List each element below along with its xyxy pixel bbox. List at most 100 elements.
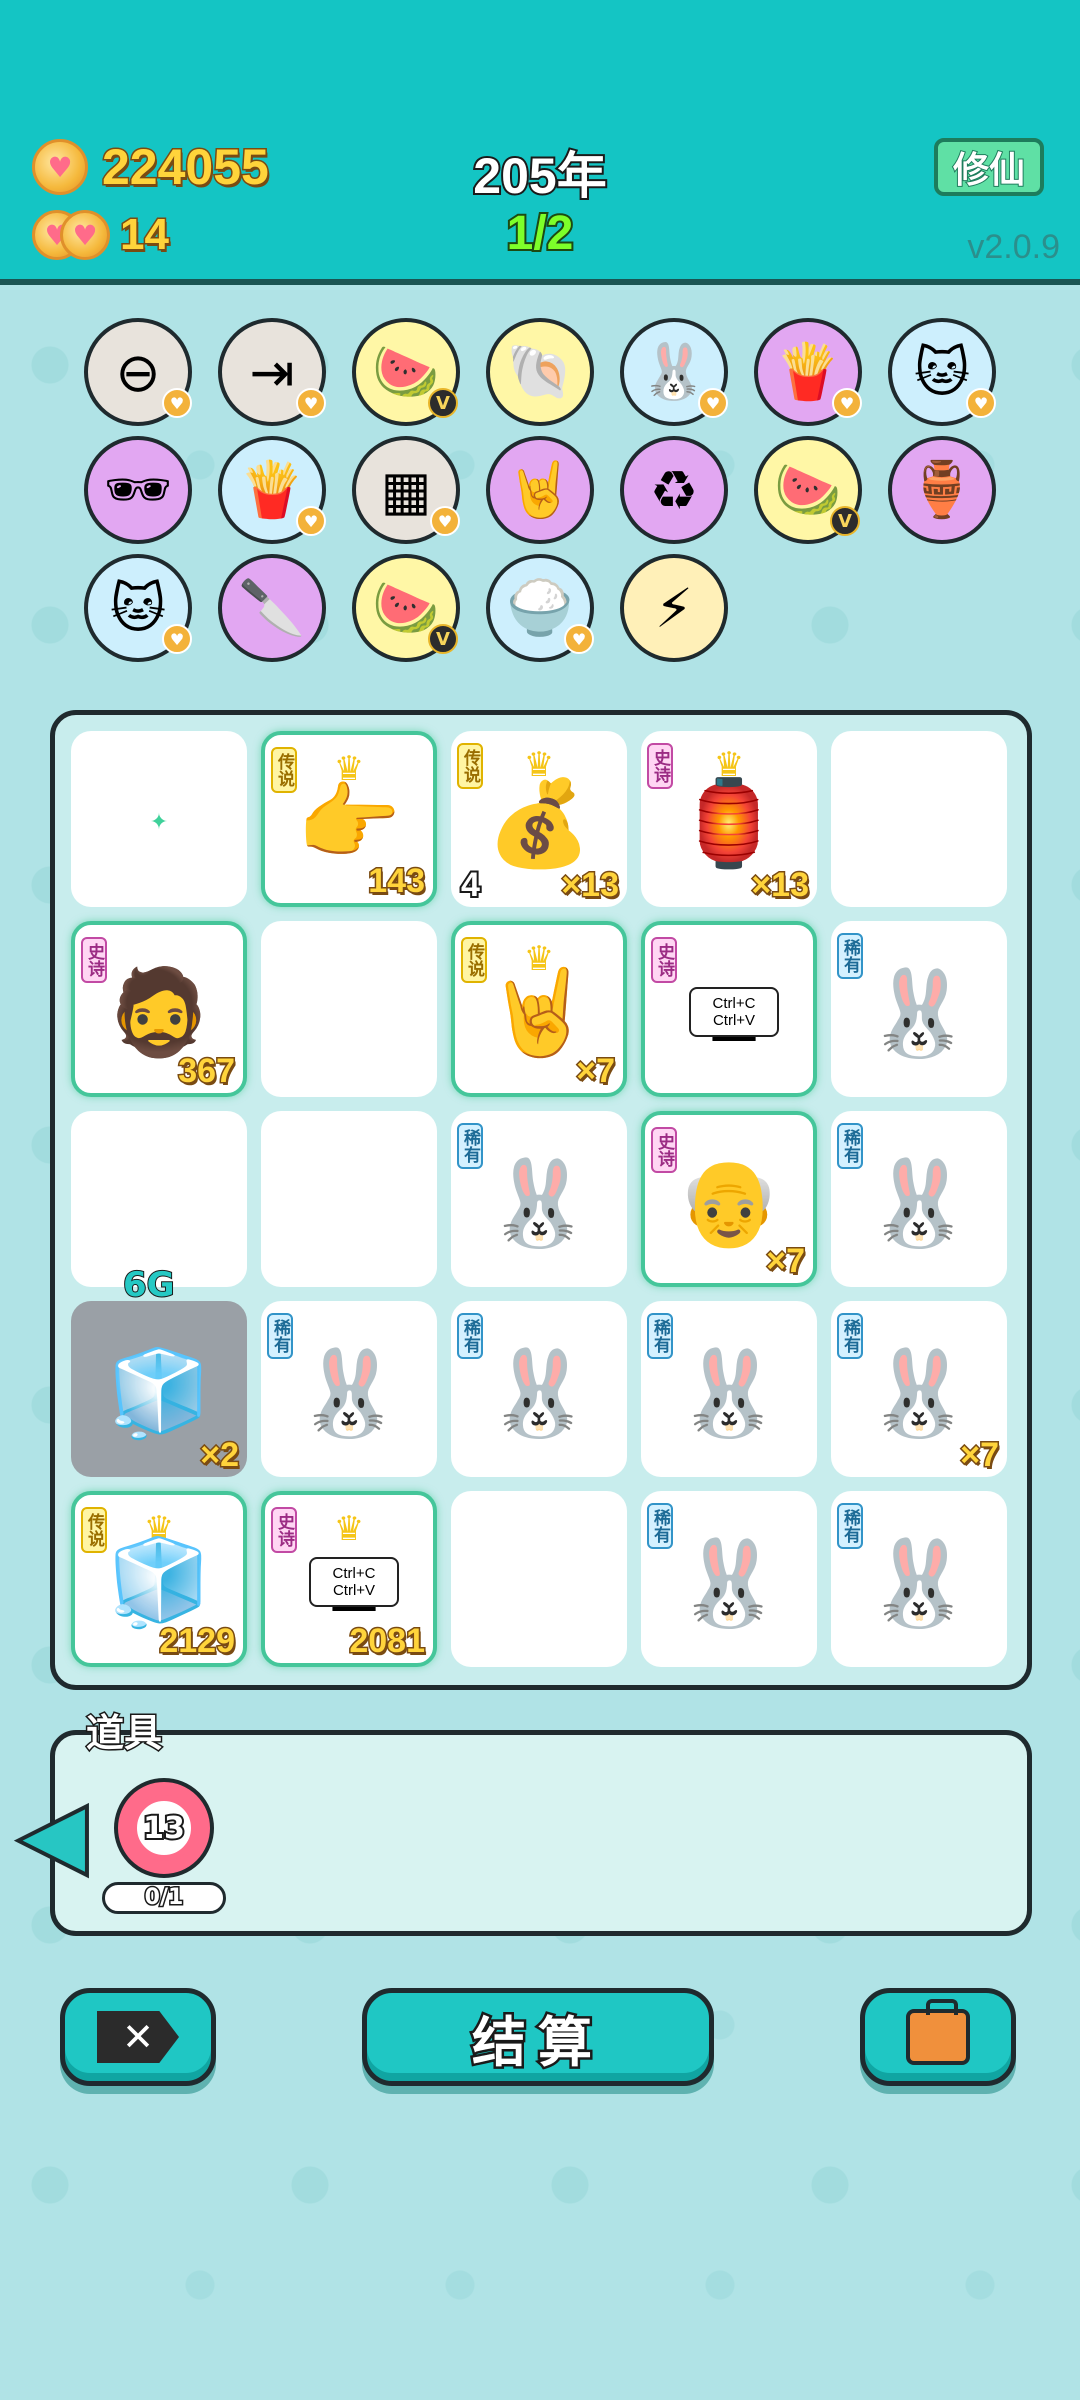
rarity-badge: 稀有 [837, 933, 863, 979]
fries-icon: 🍟 [774, 340, 842, 403]
board-cell-rabbit[interactable]: 稀有 🐰 [641, 1491, 817, 1667]
rabbit-icon: 🐰 [866, 1533, 972, 1632]
board-cell-rabbit[interactable]: 稀有 🐰 [831, 1491, 1007, 1667]
cell-count: ×13 [560, 865, 621, 906]
board-cell-empty[interactable] [71, 1111, 247, 1287]
rabbit-icon: 🐰 [866, 1343, 972, 1442]
heart-badge-icon: ♥ [564, 624, 594, 654]
symbol-minus-circle-icon[interactable]: ⊖ ♥ [84, 318, 192, 426]
board-cell-rabbit[interactable]: 稀有 🐰 ×7 [831, 1301, 1007, 1477]
pointing-hand-icon: 👉 [296, 773, 402, 872]
board-cell-rabbit[interactable]: 稀有 🐰 [831, 921, 1007, 1097]
cultivation-mode-button[interactable]: 修仙 [934, 138, 1044, 196]
lightning-icon: ⚡ [655, 576, 693, 640]
dart-item[interactable]: 13 [114, 1778, 214, 1878]
left-arrow-icon[interactable]: ◀ [16, 1784, 89, 1884]
cat-icon: 🐱 [109, 576, 167, 640]
rabbit-icon: 🐰 [640, 340, 708, 403]
inventory-bag-button[interactable] [860, 1988, 1016, 2086]
symbol-shell-icon[interactable]: 🐚 [486, 318, 594, 426]
minus-circle-icon: ⊖ [115, 340, 161, 404]
board-cell-sack[interactable]: ♛ 传说 💰 4 ×13 [451, 731, 627, 907]
old-man-hat-icon: 👴 [676, 1153, 782, 1252]
rarity-badge: 史诗 [651, 937, 677, 983]
dart-usage-label: 0/1 [102, 1882, 226, 1914]
cell-count: 143 [367, 861, 427, 902]
board-cell-fridge[interactable]: ♛ 传说 🧊 2129 [71, 1491, 247, 1667]
sunglasses-icon: 🕶 [103, 458, 173, 521]
board-cell-empty[interactable] [261, 921, 437, 1097]
cell-count: ×13 [750, 865, 811, 906]
cell-count: 2081 [348, 1621, 427, 1662]
discard-button[interactable]: ✕ [60, 1988, 216, 2086]
rabbit-icon: 🐰 [676, 1533, 782, 1632]
board-cell-sparkle[interactable]: ✦ [71, 731, 247, 907]
cleaver-icon: 🔪 [238, 576, 306, 639]
rarity-badge: 史诗 [81, 937, 107, 983]
settle-button[interactable]: 结算 [362, 1988, 714, 2086]
heart-badge-icon: ♥ [296, 388, 326, 418]
symbol-cat-icon[interactable]: 🐱 ♥ [888, 318, 996, 426]
rarity-badge: 传说 [461, 937, 487, 983]
cell-count: ×7 [959, 1435, 1001, 1476]
board-cell-fridge[interactable]: 6G 🧊 ×2 [71, 1264, 247, 1477]
symbol-jar-icon[interactable]: 🏺 [888, 436, 996, 544]
symbol-fruit-basket-icon[interactable]: 🍉 V [352, 318, 460, 426]
symbol-fries-icon[interactable]: 🍟 ♥ [218, 436, 326, 544]
skip-icon: ⇥ [249, 340, 295, 404]
jar-icon: 🏺 [908, 458, 976, 521]
symbol-sugar-cubes-icon[interactable]: ▦ ♥ [352, 436, 460, 544]
rabbit-icon: 🐰 [486, 1153, 592, 1252]
symbol-rock-hand-icon[interactable]: 🤘 [486, 436, 594, 544]
rarity-badge: 史诗 [271, 1507, 297, 1553]
board-cell-empty[interactable] [831, 731, 1007, 907]
board-cell-rabbit[interactable]: 稀有 🐰 [451, 1111, 627, 1287]
board-cell-pointing-hand[interactable]: ♛ 传说 👉 143 [261, 731, 437, 907]
rarity-badge: 传说 [457, 743, 483, 789]
settle-label: 结算 [470, 2008, 604, 2076]
recycle-icon: ♻ [649, 458, 699, 522]
symbol-cleaver-icon[interactable]: 🔪 [218, 554, 326, 662]
rabbit-icon: 🐰 [296, 1343, 402, 1442]
slot-board: ✦♛传说👉143♛传说💰4×13♛史诗🏮×13 史诗🧔367 ♛传说🤘×7史诗⧉Ct… [50, 710, 1032, 1690]
round-progress: 1/2 [505, 205, 576, 262]
board-cell-rabbit[interactable]: 稀有 🐰 [261, 1301, 437, 1477]
symbol-lightning-icon[interactable]: ⚡ [620, 554, 728, 662]
symbol-fruit-basket-icon[interactable]: 🍉 V [352, 554, 460, 662]
board-cell-copy-paste[interactable]: 史诗⧉Ctrl+C Ctrl+V [641, 921, 817, 1097]
symbol-fruit-basket-icon[interactable]: 🍉 V [754, 436, 862, 544]
board-cell-rabbit[interactable]: 稀有 🐰 [831, 1111, 1007, 1287]
rock-hand-icon: 🤘 [506, 458, 574, 521]
symbol-rabbit-icon[interactable]: 🐰 ♥ [620, 318, 728, 426]
rarity-badge: 稀有 [837, 1503, 863, 1549]
board-cell-empty[interactable] [261, 1111, 437, 1287]
board-cell-rock-hand[interactable]: ♛ 传说 🤘 ×7 [451, 921, 627, 1097]
v-badge-icon: V [428, 388, 458, 418]
year-label: 205年 [471, 146, 608, 206]
rarity-badge: 稀有 [267, 1313, 293, 1359]
fridge-icon: 🧊 [106, 1533, 212, 1632]
board-cell-empty[interactable] [451, 1491, 627, 1667]
board-cell-bearded-man[interactable]: 史诗 🧔 367 [71, 921, 247, 1097]
symbol-skip-icon[interactable]: ⇥ ♥ [218, 318, 326, 426]
bearded-man-icon: 🧔 [106, 963, 212, 1062]
board-cell-copy-paste[interactable]: ♛史诗⧉Ctrl+C Ctrl+V2081 [261, 1491, 437, 1667]
copy-paste-caption: Ctrl+C Ctrl+V [689, 987, 779, 1037]
rarity-badge: 传说 [81, 1507, 107, 1553]
symbol-rice-bowl-icon[interactable]: 🍚 ♥ [486, 554, 594, 662]
rarity-badge: 稀有 [457, 1123, 483, 1169]
board-cell-lantern-house[interactable]: ♛ 史诗 🏮 ×13 [641, 731, 817, 907]
symbol-recycle-icon[interactable]: ♻ [620, 436, 728, 544]
symbol-cat-icon[interactable]: 🐱 ♥ [84, 554, 192, 662]
board-cell-rabbit[interactable]: 稀有 🐰 [451, 1301, 627, 1477]
heart-badge-icon: ♥ [966, 388, 996, 418]
heart-badge-icon: ♥ [430, 506, 460, 536]
rabbit-icon: 🐰 [486, 1343, 592, 1442]
symbol-sunglasses-icon[interactable]: 🕶 [84, 436, 192, 544]
board-cell-old-man-hat[interactable]: 史诗 👴 ×7 [641, 1111, 817, 1287]
network-badge: 6G [122, 1264, 176, 1306]
board-cell-rabbit[interactable]: 稀有 🐰 [641, 1301, 817, 1477]
symbol-fries-icon[interactable]: 🍟 ♥ [754, 318, 862, 426]
heart-badge-icon: ♥ [162, 388, 192, 418]
fridge-icon: 🧊 [106, 1343, 212, 1442]
